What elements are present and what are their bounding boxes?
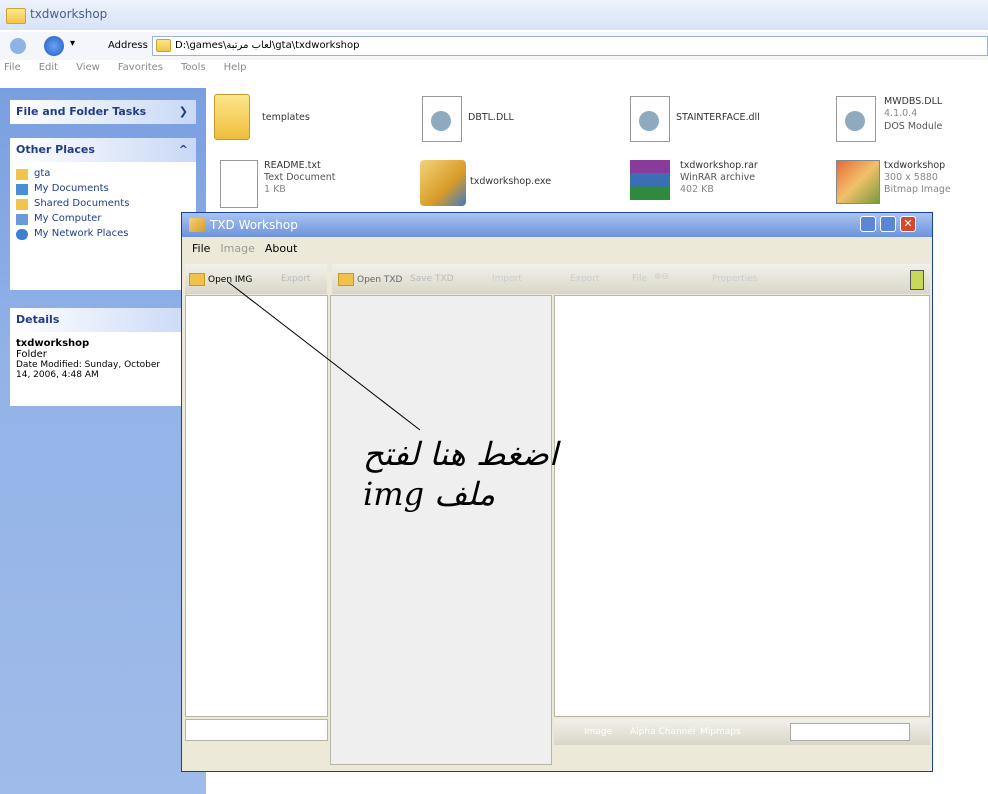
annotation-text: اضغط هنا لفتح ملف img [363, 434, 593, 514]
annotation-line-1: اضغط هنا لفتح [363, 435, 558, 473]
annotation-line-2: ملف img [363, 475, 496, 513]
annotation-arrow [227, 281, 421, 431]
